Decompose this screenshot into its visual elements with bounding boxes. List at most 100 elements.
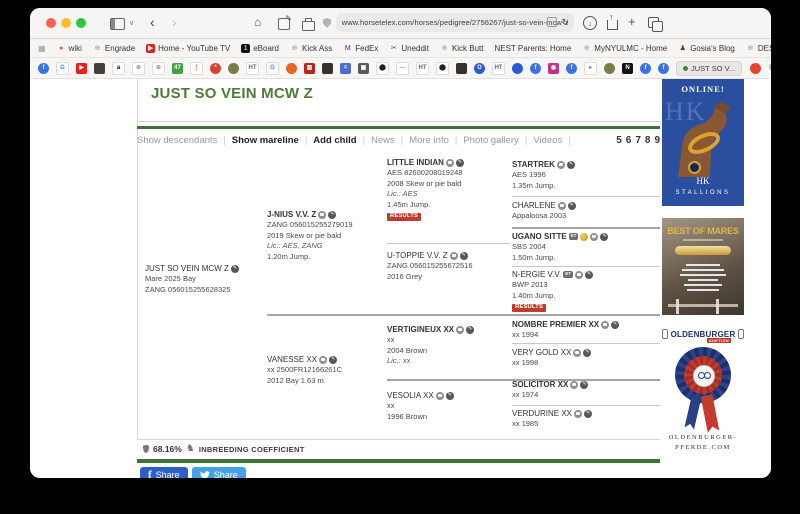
extension-icon[interactable] bbox=[547, 17, 557, 27]
favicon-icon[interactable]: ⋮ bbox=[190, 62, 203, 75]
sidebar-toggle-icon[interactable] bbox=[110, 18, 125, 30]
results-badge[interactable]: RESULTS bbox=[387, 213, 421, 222]
favicon-icon[interactable] bbox=[604, 63, 615, 74]
camera-icon[interactable] bbox=[590, 233, 598, 241]
edit-icon[interactable] bbox=[460, 252, 468, 260]
generation-link-5[interactable]: 5 bbox=[616, 135, 622, 146]
edit-icon[interactable] bbox=[585, 271, 593, 279]
downloads-icon[interactable]: ↓ bbox=[583, 16, 597, 30]
orange-circle-favicon[interactable] bbox=[750, 63, 761, 74]
camera-icon[interactable] bbox=[450, 252, 458, 260]
horse-name-link[interactable]: NOMBRE PREMIER XX bbox=[512, 319, 599, 330]
favicon-icon[interactable]: ▣ bbox=[358, 63, 369, 74]
camera-icon[interactable] bbox=[575, 271, 583, 279]
favicon-icon[interactable]: ⊕ bbox=[132, 62, 145, 75]
favicon-icon[interactable]: f bbox=[38, 63, 49, 74]
facebook-share-button[interactable]: f Share bbox=[140, 467, 188, 478]
favicon-icon[interactable]: 47 bbox=[172, 63, 183, 74]
favicon-icon[interactable]: — bbox=[396, 62, 409, 75]
horse-name-link[interactable]: STARTREK bbox=[512, 159, 555, 170]
edit-icon[interactable] bbox=[600, 233, 608, 241]
menu-item-show-mareline[interactable]: Show mareline bbox=[232, 135, 299, 146]
edit-icon[interactable] bbox=[456, 159, 464, 167]
menu-item-show-descendants[interactable]: Show descendants bbox=[137, 135, 217, 146]
horse-name-link[interactable]: CHARLENE bbox=[512, 200, 556, 211]
camera-icon[interactable] bbox=[573, 349, 581, 357]
horse-name-link[interactable]: VESOLIA XX bbox=[387, 390, 434, 401]
favicon-icon[interactable]: f bbox=[658, 63, 669, 74]
new-tab-button[interactable]: + bbox=[628, 14, 636, 29]
favicon-icon[interactable]: ◉ bbox=[548, 63, 559, 74]
favicon-icon[interactable]: ⬤ bbox=[436, 62, 449, 75]
edit-icon[interactable] bbox=[584, 410, 592, 418]
privacy-shield-icon[interactable] bbox=[323, 18, 331, 28]
edit-icon[interactable] bbox=[568, 202, 576, 210]
bookmark-item[interactable]: ⊕Engrade bbox=[93, 44, 135, 53]
share-icon[interactable] bbox=[607, 20, 618, 30]
favicon-icon[interactable]: G bbox=[56, 62, 69, 75]
gold-badge-icon[interactable] bbox=[580, 233, 588, 241]
bookmark-item[interactable]: ⊕DESPERATE bbox=[746, 44, 771, 53]
edit-icon[interactable] bbox=[446, 392, 454, 400]
bookmark-item[interactable]: ●wiki bbox=[57, 44, 82, 53]
active-tab-chip[interactable]: JUST SO V... bbox=[676, 61, 742, 76]
horse-name-link[interactable]: N-ERGIE V.V. bbox=[512, 269, 561, 280]
menu-item-photo-gallery[interactable]: Photo gallery bbox=[463, 135, 518, 146]
favicon-icon[interactable]: ▶ bbox=[76, 63, 87, 74]
favicon-icon[interactable]: ▸ bbox=[584, 62, 597, 75]
gold-button[interactable] bbox=[675, 246, 731, 255]
favicon-icon[interactable]: ⬤ bbox=[376, 62, 389, 75]
forward-button[interactable]: › bbox=[172, 13, 177, 31]
horse-name-link[interactable]: VERY GOLD XX bbox=[512, 347, 571, 358]
favicon-icon[interactable]: HT bbox=[416, 62, 429, 75]
horse-name-link[interactable]: SOLICITOR XX bbox=[512, 379, 568, 390]
bookmark-item[interactable]: ♟Gosia's Blog bbox=[678, 44, 735, 53]
edit-icon[interactable] bbox=[231, 265, 239, 273]
chevron-down-icon[interactable]: ∨ bbox=[129, 19, 134, 27]
camera-icon[interactable] bbox=[318, 211, 326, 219]
close-window-button[interactable] bbox=[46, 18, 56, 28]
favicon-icon[interactable] bbox=[286, 63, 297, 74]
favicon-icon[interactable]: = bbox=[340, 63, 351, 74]
menu-item-add-child[interactable]: Add child bbox=[313, 135, 356, 146]
horse-name-link[interactable]: LITTLE INDIAN bbox=[387, 157, 444, 168]
camera-icon[interactable] bbox=[456, 326, 464, 334]
generation-link-7[interactable]: 7 bbox=[635, 135, 641, 146]
favicon-icon[interactable] bbox=[512, 63, 523, 74]
horse-name-link[interactable]: VERTIGINEUX XX bbox=[387, 324, 454, 335]
horse-name-link[interactable]: U-TOPPIE V.V. Z bbox=[387, 250, 448, 261]
edit-icon[interactable] bbox=[466, 326, 474, 334]
oldenburger-ad-banner[interactable]: OLDENBURGER AUKTION OLDENBURGER- PFERDE.… bbox=[662, 325, 744, 461]
bookmark-item[interactable]: ⊕Kick Butt bbox=[440, 44, 484, 53]
generation-link-9[interactable]: 9 bbox=[654, 135, 660, 146]
edit-icon[interactable] bbox=[583, 349, 591, 357]
edit-icon[interactable] bbox=[611, 321, 619, 329]
bookmark-item[interactable]: NEST Parents: Home bbox=[495, 44, 572, 53]
inbreeding-coefficient-link[interactable]: INBREEDING COEFFICIENT bbox=[199, 445, 305, 454]
generation-link-8[interactable]: 8 bbox=[645, 135, 651, 146]
horse-name-link[interactable]: VANESSE XX bbox=[267, 354, 317, 365]
bookmark-item[interactable]: ⊕MyNYULMC - Home bbox=[582, 44, 667, 53]
camera-icon[interactable] bbox=[557, 161, 565, 169]
generation-link-6[interactable]: 6 bbox=[626, 135, 632, 146]
camera-icon[interactable] bbox=[446, 159, 454, 167]
bookmarks-grid-icon[interactable]: ▦ bbox=[38, 44, 46, 53]
bookmark-item[interactable]: 1eBoard bbox=[241, 44, 279, 53]
edit-icon[interactable] bbox=[329, 356, 337, 364]
camera-icon[interactable] bbox=[436, 392, 444, 400]
favicon-icon[interactable]: f bbox=[566, 63, 577, 74]
hk-stallions-ad-banner[interactable]: ONLINE! HK HK STALLIONS bbox=[662, 79, 744, 206]
edit-icon[interactable] bbox=[567, 161, 575, 169]
tab-overview-icon[interactable] bbox=[648, 17, 659, 28]
favicon-icon[interactable] bbox=[456, 63, 467, 74]
menu-item-news[interactable]: News bbox=[371, 135, 395, 146]
favicon-icon[interactable] bbox=[94, 63, 105, 74]
compose-icon[interactable] bbox=[278, 18, 290, 30]
horse-name-link[interactable]: VERDURINE XX bbox=[512, 408, 572, 419]
favicon-icon[interactable]: G bbox=[266, 62, 279, 75]
horse-name-link[interactable]: UGANO SITTE bbox=[512, 231, 567, 242]
favicon-icon[interactable] bbox=[322, 63, 333, 74]
edit-icon[interactable] bbox=[580, 381, 588, 389]
favicon-icon[interactable] bbox=[228, 63, 239, 74]
shield-favicon[interactable] bbox=[769, 63, 771, 73]
